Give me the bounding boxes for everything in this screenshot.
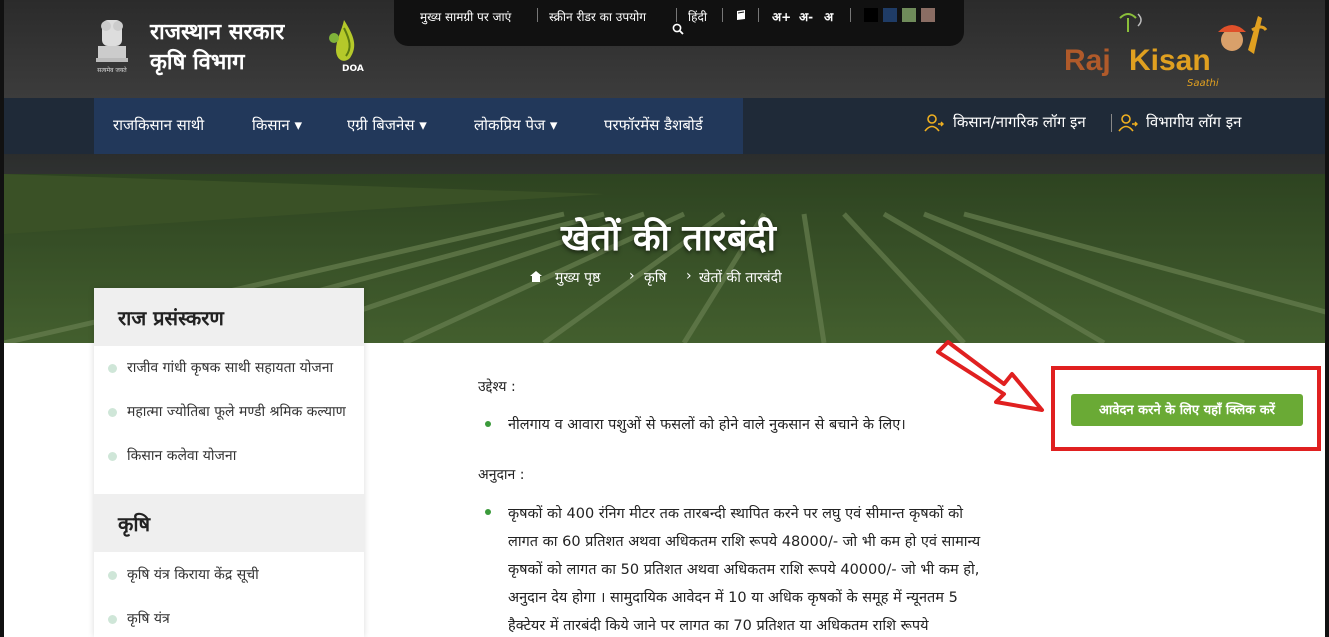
grant-heading: अनुदान : <box>478 467 525 483</box>
sidebar-heading-text: कृषि <box>118 512 151 536</box>
state-emblem-icon: सत्यमेव जयते <box>96 20 128 74</box>
dept-login-icon <box>1118 114 1138 132</box>
bullet <box>108 407 117 417</box>
breadcrumb-separator: › <box>629 268 635 284</box>
farmer-login-link[interactable]: किसान/नागरिक लॉग इन <box>953 112 1086 132</box>
breadcrumb-separator: › <box>686 268 692 284</box>
logo-raj-text: Raj <box>1064 44 1111 77</box>
sidebar: राज प्रसंस्करण राजीव गांधी कृषक साथी सहा… <box>94 288 364 637</box>
user-login-icon <box>924 114 944 132</box>
grant-text-line: अनुदान देय होगा । सामुदायिक आवेदन में 10… <box>508 590 958 606</box>
theme-blue-swatch[interactable] <box>883 8 897 22</box>
sidebar-item-kisan-kaleva-yojana[interactable]: किसान कलेवा योजना <box>108 446 364 465</box>
doa-label: DOA <box>342 64 364 74</box>
nav-item-kisan[interactable]: किसान ▾ <box>252 115 302 135</box>
bullet <box>108 614 117 624</box>
font-decrease-button[interactable]: अ- <box>799 8 813 25</box>
nav-item-rajkisan-saathi[interactable]: राजकिसान साथी <box>113 115 204 135</box>
grant-text-line: कृषकों को 400 रंनिग मीटर तक तारबन्दी स्थ… <box>508 506 964 522</box>
page-frame: सत्यमेव जयते राजस्थान सरकार कृषि विभाग D… <box>0 0 1329 637</box>
font-increase-button[interactable]: अ+ <box>772 8 791 25</box>
bullet <box>108 570 117 580</box>
site-title-line1: राजस्थान सरकार <box>150 20 285 45</box>
bullet <box>485 421 491 427</box>
divider <box>850 8 851 22</box>
divider <box>1111 114 1112 132</box>
bullet <box>108 363 117 373</box>
grant-text-line: कृषकों को लागत का 50 प्रतिशत अथवा अधिकतम… <box>508 562 980 578</box>
divider <box>537 8 538 22</box>
sidebar-item-label: किसान कलेवा योजना <box>127 448 237 464</box>
divider <box>676 8 677 22</box>
sidebar-item-label: महात्मा ज्योतिबा फूले मण्डी श्रमिक कल्या… <box>127 404 346 420</box>
breadcrumb-krishi-link[interactable]: कृषि <box>644 268 666 287</box>
sidebar-item-krishi-yantra-kiraya[interactable]: कृषि यंत्र किराया केंद्र सूची <box>108 565 364 584</box>
home-icon <box>530 271 542 282</box>
red-arrow-annotation-icon <box>936 340 1044 412</box>
sidebar-item-krishi-yantra[interactable]: कृषि यंत्र <box>108 609 364 628</box>
theme-green-swatch[interactable] <box>902 8 916 22</box>
objective-heading: उद्देश्य : <box>478 379 516 395</box>
screen-reader-link[interactable]: स्क्रीन रीडर का उपयोग <box>549 8 646 25</box>
logo-saathi-text: Saathi <box>1187 78 1219 89</box>
sidebar-item-label: राजीव गांधी कृषक साथी सहायता योजना <box>127 360 334 376</box>
nav-item-performance-dashboard[interactable]: परफॉरमेंस डैशबोर्ड <box>604 115 703 135</box>
grant-text-line: हैक्टेयर में तारबंदी किये जाने पर लागत क… <box>508 618 929 634</box>
divider <box>758 8 759 22</box>
divider <box>722 8 723 22</box>
sidebar-item-mahatma-jyotiba-phule[interactable]: महात्मा ज्योतिबा फूले मण्डी श्रमिक कल्या… <box>108 402 364 421</box>
sidebar-heading-text: राज प्रसंस्करण <box>118 306 224 330</box>
logo-kisan-text: Kisan <box>1129 44 1211 77</box>
site-title-line2: कृषि विभाग <box>150 50 245 75</box>
sidebar-section-heading: कृषि <box>94 494 364 552</box>
theme-brown-swatch[interactable] <box>921 8 935 22</box>
grant-text-line: लागत का 60 प्रतिशत अथवा अधिकतम राशि रूपय… <box>508 534 981 550</box>
font-normal-button[interactable]: अ <box>824 8 833 25</box>
page-title: खेतों की तारबंदी <box>561 218 776 259</box>
nav-item-agri-business[interactable]: एग्री बिजनेस ▾ <box>347 115 427 135</box>
breadcrumb-home-link[interactable]: मुख्य पृष्ठ <box>555 268 600 287</box>
book-icon[interactable] <box>735 9 747 21</box>
apply-button[interactable]: आवेदन करने के लिए यहाँ क्लिक करें <box>1071 394 1303 426</box>
sidebar-item-label: कृषि यंत्र किराया केंद्र सूची <box>127 567 259 583</box>
bullet <box>485 509 491 515</box>
svg-text:सत्यमेव जयते: सत्यमेव जयते <box>97 66 127 74</box>
sidebar-section-heading: राज प्रसंस्करण <box>94 288 364 346</box>
sidebar-item-rajiv-gandhi-yojana[interactable]: राजीव गांधी कृषक साथी सहायता योजना <box>108 358 364 377</box>
breadcrumb-current: खेतों की तारबंदी <box>699 270 782 286</box>
nav-item-popular-pages[interactable]: लोकप्रिय पेज ▾ <box>474 115 557 135</box>
theme-black-swatch[interactable] <box>864 8 878 22</box>
sidebar-item-label: कृषि यंत्र <box>127 611 170 627</box>
language-hindi-link[interactable]: हिंदी <box>688 8 707 25</box>
objective-text: नीलगाय व आवारा पशुओं से फसलों को होने वा… <box>508 417 906 433</box>
search-icon[interactable] <box>672 23 684 35</box>
department-login-link[interactable]: विभागीय लॉग इन <box>1146 112 1241 132</box>
bullet <box>108 451 117 461</box>
skip-to-content-link[interactable]: मुख्य सामग्री पर जाएं <box>420 8 511 25</box>
